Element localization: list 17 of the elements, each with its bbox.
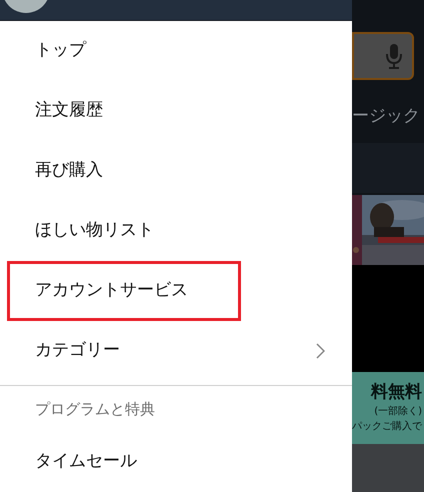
nav-tab[interactable]: ージック xyxy=(352,104,420,130)
microphone-icon[interactable] xyxy=(386,43,402,69)
content-area xyxy=(352,444,424,492)
menu-item[interactable]: ほしい物リスト xyxy=(7,201,345,261)
menu-item[interactable]: 再び購入 xyxy=(7,141,345,201)
banner-note: (一部除く) xyxy=(374,404,422,419)
menu-item[interactable]: カテゴリー xyxy=(7,321,345,381)
menu-item[interactable]: アカウントサービス xyxy=(7,261,241,321)
chevron-right-icon xyxy=(316,343,325,359)
banner-footer: パックご購入で xyxy=(352,418,422,434)
search-field[interactable] xyxy=(352,32,414,80)
menu-item[interactable]: トップ xyxy=(7,21,345,81)
promo-banner[interactable]: 料無料 (一部除く) パックご購入で xyxy=(352,372,424,444)
section-heading: プログラムと特典 xyxy=(35,398,155,420)
menu-item[interactable]: 注文履歴 xyxy=(7,81,345,141)
menu-item[interactable]: タイムセール xyxy=(7,432,345,492)
banner-headline: 料無料 xyxy=(371,382,422,404)
